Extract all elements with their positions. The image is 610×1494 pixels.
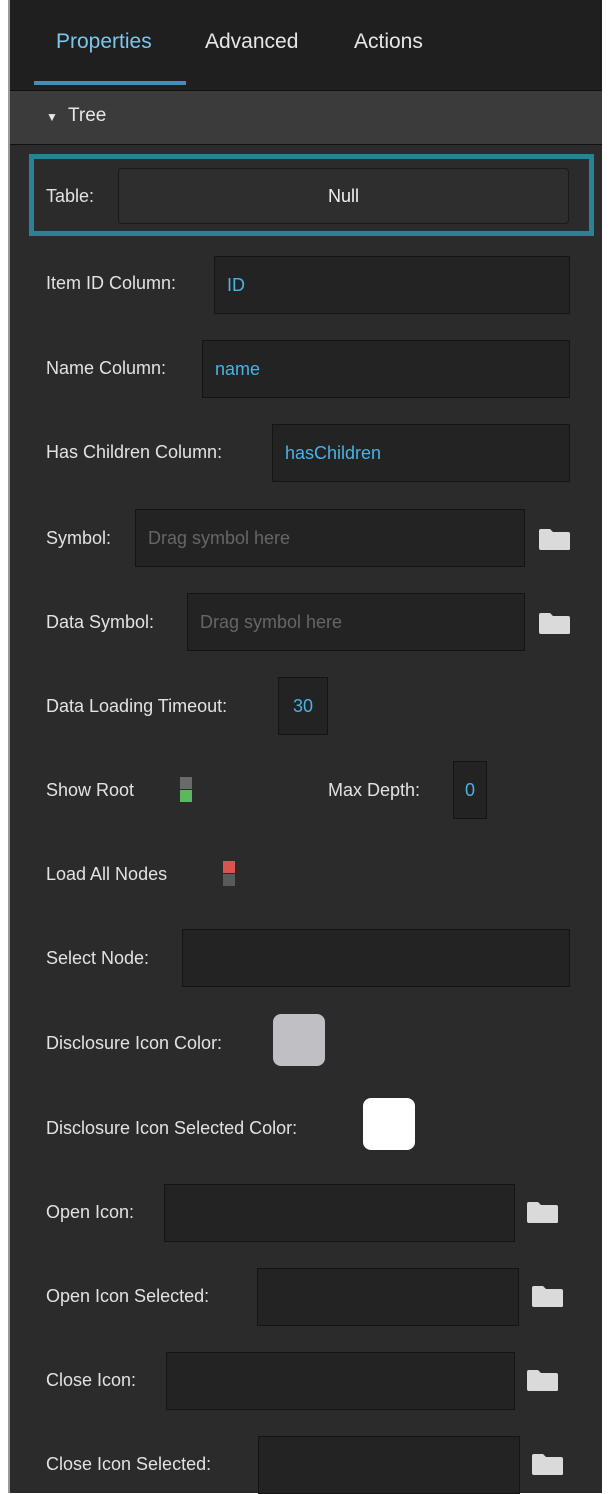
- folder-icon[interactable]: [531, 1285, 564, 1308]
- data-symbol-drop-field[interactable]: Drag symbol here: [187, 593, 525, 651]
- disclosure-icon-selected-color-label: Disclosure Icon Selected Color:: [46, 1118, 298, 1138]
- show-root-toggle[interactable]: [180, 777, 192, 803]
- symbol-label: Symbol:: [46, 528, 112, 548]
- show-root-label: Show Root: [46, 780, 135, 800]
- open-icon-selected-field[interactable]: [257, 1268, 519, 1326]
- close-icon-field[interactable]: [166, 1352, 515, 1410]
- select-node-label: Select Node:: [46, 948, 150, 968]
- close-icon-selected-field[interactable]: [258, 1436, 520, 1494]
- disclosure-icon-color-label: Disclosure Icon Color:: [46, 1033, 223, 1053]
- disclosure-triangle-icon[interactable]: ▼: [46, 110, 58, 124]
- properties-panel: Properties Advanced Actions ▼ Tree Table…: [8, 0, 602, 1494]
- folder-icon[interactable]: [538, 612, 571, 635]
- has-children-column-field[interactable]: hasChildren: [272, 424, 570, 482]
- item-id-column-label: Item ID Column:: [46, 273, 177, 293]
- data-loading-timeout-label: Data Loading Timeout:: [46, 696, 228, 716]
- item-id-column-field[interactable]: ID: [214, 256, 570, 314]
- disclosure-icon-selected-color-swatch[interactable]: [363, 1098, 415, 1150]
- close-icon-label: Close Icon:: [46, 1370, 137, 1390]
- disclosure-icon-color-swatch[interactable]: [273, 1014, 325, 1066]
- folder-icon[interactable]: [526, 1369, 559, 1392]
- section-header-tree[interactable]: ▼ Tree: [10, 90, 602, 145]
- folder-icon[interactable]: [526, 1201, 559, 1224]
- tab-actions[interactable]: Actions: [354, 30, 423, 54]
- name-column-field[interactable]: name: [202, 340, 570, 398]
- name-column-label: Name Column:: [46, 358, 167, 378]
- max-depth-field[interactable]: 0: [453, 761, 487, 819]
- tab-properties[interactable]: Properties: [56, 30, 152, 54]
- symbol-drop-field[interactable]: Drag symbol here: [135, 509, 525, 567]
- load-all-nodes-label: Load All Nodes: [46, 864, 168, 884]
- load-all-nodes-toggle[interactable]: [223, 861, 235, 887]
- has-children-column-label: Has Children Column:: [46, 442, 223, 462]
- open-icon-field[interactable]: [164, 1184, 515, 1242]
- open-icon-selected-label: Open Icon Selected:: [46, 1286, 210, 1306]
- active-tab-indicator: [34, 81, 186, 85]
- section-title: Tree: [68, 105, 107, 126]
- max-depth-label: Max Depth:: [328, 780, 421, 800]
- data-symbol-label: Data Symbol:: [46, 612, 155, 632]
- table-label: Table:: [46, 186, 95, 206]
- select-node-field[interactable]: [182, 929, 570, 987]
- close-icon-selected-label: Close Icon Selected:: [46, 1454, 212, 1474]
- folder-icon[interactable]: [531, 1453, 564, 1476]
- table-selector[interactable]: Null: [118, 168, 569, 224]
- data-loading-timeout-field[interactable]: 30: [278, 677, 328, 735]
- tab-advanced[interactable]: Advanced: [205, 30, 298, 54]
- tab-bar: Properties Advanced Actions: [10, 0, 602, 90]
- open-icon-label: Open Icon:: [46, 1202, 135, 1222]
- folder-icon[interactable]: [538, 528, 571, 551]
